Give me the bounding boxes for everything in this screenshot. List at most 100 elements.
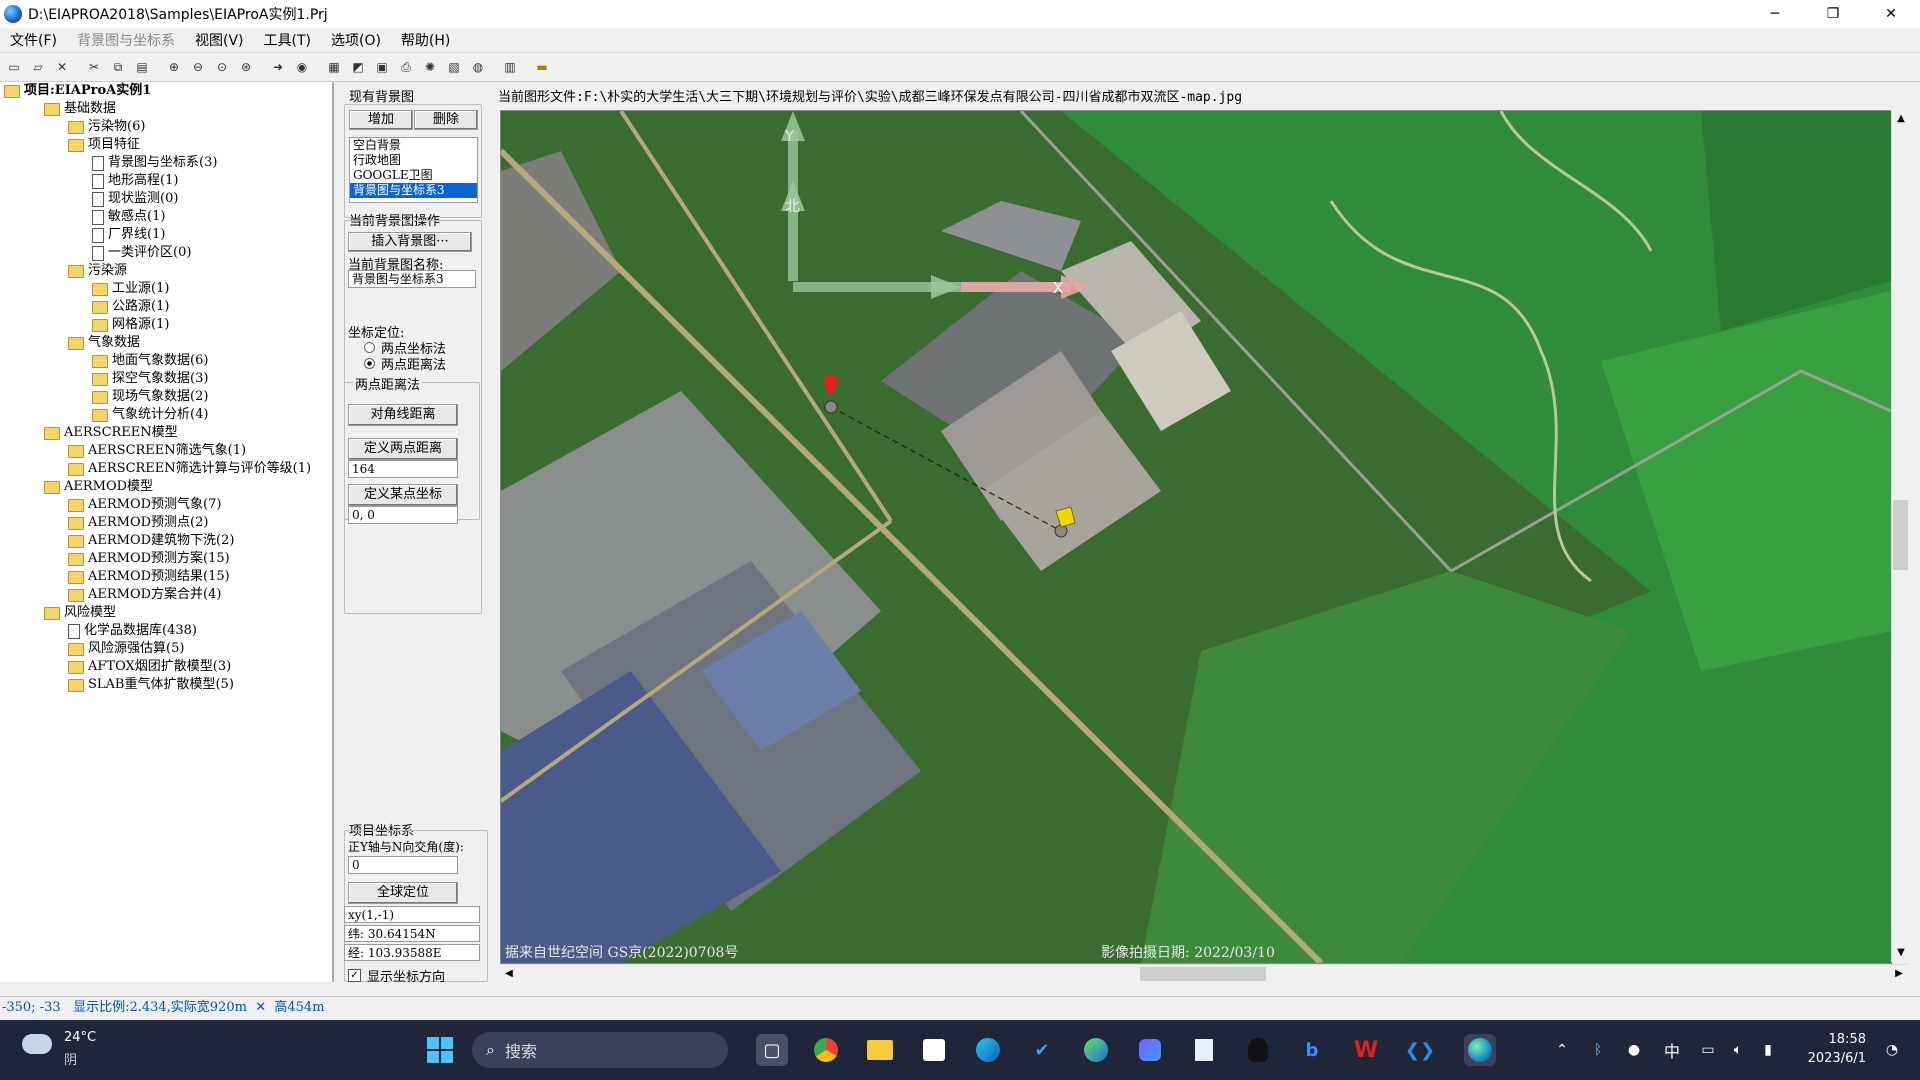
tree-item[interactable]: 网格源(1) <box>92 316 169 334</box>
bg-list-item[interactable]: GOOGLE卫图 <box>350 168 477 183</box>
store-icon[interactable] <box>918 1034 950 1066</box>
menu-options[interactable]: 选项(O) <box>321 30 391 50</box>
diagonal-distance-button[interactable]: 对角线距离 <box>348 404 458 426</box>
tray-app-icon[interactable]: ● <box>1618 1034 1650 1066</box>
monitor-icon[interactable]: ▣ <box>372 57 392 77</box>
clock-time[interactable]: 18:58 <box>1796 1032 1866 1047</box>
vscode-icon[interactable]: ❮❯ <box>1404 1034 1436 1066</box>
tree-item[interactable]: AERMOD预测方案(15) <box>68 550 230 568</box>
menu-tools[interactable]: 工具(T) <box>254 30 321 50</box>
tree-item[interactable]: 气象数据 <box>68 334 140 352</box>
scroll-right-arrow-icon[interactable]: ▶ <box>1890 965 1908 983</box>
cut-icon[interactable]: ✂ <box>84 57 104 77</box>
tree-item[interactable]: 风险模型 <box>44 604 116 622</box>
tree-item[interactable]: 气象统计分析(4) <box>92 406 208 424</box>
zoom-fit-icon[interactable]: ⊙ <box>212 57 232 77</box>
bing-icon[interactable]: b <box>1296 1034 1328 1066</box>
bluetooth-icon[interactable]: ᛒ <box>1582 1034 1614 1066</box>
current-name-field[interactable]: 背景图与坐标系3 <box>348 270 476 288</box>
menu-help[interactable]: 帮助(H) <box>391 30 460 50</box>
tree-item[interactable]: 基础数据 <box>44 100 116 118</box>
exit-icon[interactable]: ▬ <box>532 57 552 77</box>
tree-item[interactable]: 现状监测(0) <box>92 190 178 208</box>
maximize-button[interactable]: ❐ <box>1804 0 1862 28</box>
edge-dev-icon[interactable] <box>1080 1034 1112 1066</box>
menu-file[interactable]: 文件(F) <box>0 30 67 50</box>
scroll-thumb[interactable] <box>1893 500 1908 570</box>
tree-item[interactable]: AFTOX烟团扩散模型(3) <box>68 658 231 676</box>
tray-chevron-up-icon[interactable]: ⌃ <box>1546 1034 1578 1066</box>
menu-view[interactable]: 视图(V) <box>185 30 254 50</box>
define-two-point-distance-button[interactable]: 定义两点距离 <box>348 438 458 460</box>
tree-item[interactable]: 污染物(6) <box>68 118 145 136</box>
tree-root[interactable]: 项目:EIAProA实例1 <box>4 82 151 100</box>
show-direction-checkbox[interactable]: ✓ 显示坐标方向 <box>348 966 445 985</box>
tree-item[interactable]: 敏感点(1) <box>92 208 165 226</box>
windows-start-icon[interactable] <box>424 1034 456 1066</box>
notification-icon[interactable]: ◔ <box>1876 1034 1908 1066</box>
grid-icon[interactable]: ▦ <box>324 57 344 77</box>
define-point-coord-button[interactable]: 定义某点坐标 <box>348 484 458 506</box>
tree-item[interactable]: AERSCREEN筛选计算与评价等级(1) <box>68 460 311 478</box>
delete-button[interactable]: 删除 <box>414 110 478 130</box>
document-app-icon[interactable] <box>1188 1034 1220 1066</box>
bg-list-item[interactable]: 空白背景 <box>350 138 477 153</box>
tree-item[interactable]: AERSCREEN筛选气象(1) <box>68 442 246 460</box>
insert-bg-button[interactable]: 插入背景图··· <box>348 232 472 252</box>
tree-item[interactable]: 地形高程(1) <box>92 172 178 190</box>
bg-list-item-selected[interactable]: 背景图与坐标系3 <box>350 183 477 198</box>
taskbar-search-box[interactable]: ⌕ 搜索 <box>472 1032 728 1068</box>
tree-item[interactable]: 现场气象数据(2) <box>92 388 208 406</box>
network-icon[interactable]: ▭ <box>1692 1034 1724 1066</box>
wps-icon[interactable]: W <box>1350 1034 1382 1066</box>
zoom-out-icon[interactable]: ⊖ <box>188 57 208 77</box>
chart-icon[interactable]: ◩ <box>348 57 368 77</box>
copy-icon[interactable]: ⧉ <box>108 57 128 77</box>
todo-check-icon[interactable]: ✔ <box>1026 1034 1058 1066</box>
map-horizontal-scrollbar[interactable]: ◀ ▶ <box>500 964 1908 983</box>
add-button[interactable]: 增加 <box>349 110 413 130</box>
cloud-weather-icon[interactable] <box>22 1034 52 1054</box>
satellite-map-canvas[interactable]: Y 北 X 据来自世纪空间 GS京(2022)0708号 影像拍摄日期: 202… <box>500 110 1892 964</box>
image-icon[interactable]: ▧ <box>444 57 464 77</box>
file-explorer-icon[interactable] <box>864 1034 896 1066</box>
tree-item[interactable]: SLAB重气体扩散模型(5) <box>68 676 234 694</box>
radio-two-dist[interactable]: 两点距离法 <box>364 354 446 373</box>
global-locate-button[interactable]: 全球定位 <box>348 882 458 904</box>
point-coord-field[interactable]: 0, 0 <box>348 506 458 524</box>
delete-icon[interactable]: ✕ <box>52 57 72 77</box>
tree-item[interactable]: AERMOD建筑物下洗(2) <box>68 532 234 550</box>
pan-arrow-icon[interactable]: ➜ <box>268 57 288 77</box>
tree-item[interactable]: AERMOD模型 <box>44 478 153 496</box>
tree-item[interactable]: 背景图与坐标系(3) <box>92 154 217 172</box>
tree-item[interactable]: 厂界线(1) <box>92 226 165 244</box>
lightbulb-icon[interactable]: ✺ <box>420 57 440 77</box>
new-file-icon[interactable]: ▭ <box>4 57 24 77</box>
tree-item[interactable]: AERMOD方案合并(4) <box>68 586 221 604</box>
edge-icon[interactable] <box>972 1034 1004 1066</box>
clock-date[interactable]: 2023/6/1 <box>1796 1051 1866 1066</box>
scroll-left-arrow-icon[interactable]: ◀ <box>500 965 518 983</box>
battery-icon[interactable]: ▮ <box>1752 1034 1784 1066</box>
refresh-icon[interactable]: ◉ <box>292 57 312 77</box>
tree-item[interactable]: AERMOD预测结果(15) <box>68 568 230 586</box>
tree-item[interactable]: 风险源强估算(5) <box>68 640 184 658</box>
zoom-in-icon[interactable]: ⊕ <box>164 57 184 77</box>
scroll-up-arrow-icon[interactable]: ▲ <box>1892 110 1910 128</box>
open-folder-icon[interactable]: ▱ <box>28 57 48 77</box>
tree-item[interactable]: 工业源(1) <box>92 280 169 298</box>
scroll-thumb[interactable] <box>1140 967 1266 981</box>
close-button[interactable]: ✕ <box>1862 0 1920 28</box>
eiapro-globe-icon[interactable] <box>1464 1034 1496 1066</box>
distance-field[interactable]: 164 <box>348 460 458 478</box>
weather-temp[interactable]: 24°C <box>64 1030 96 1045</box>
task-view-icon[interactable]: ▢ <box>756 1034 788 1066</box>
globe-icon[interactable]: ◍ <box>468 57 488 77</box>
tree-item[interactable]: 公路源(1) <box>92 298 169 316</box>
clipboard-icon[interactable]: ▥ <box>500 57 520 77</box>
tree-item[interactable]: 地面气象数据(6) <box>92 352 208 370</box>
tree-item[interactable]: AERSCREEN模型 <box>44 424 178 442</box>
ime-indicator[interactable]: 中 <box>1656 1034 1688 1066</box>
paste-icon[interactable]: ▤ <box>132 57 152 77</box>
qq-penguin-icon[interactable] <box>1242 1034 1274 1066</box>
